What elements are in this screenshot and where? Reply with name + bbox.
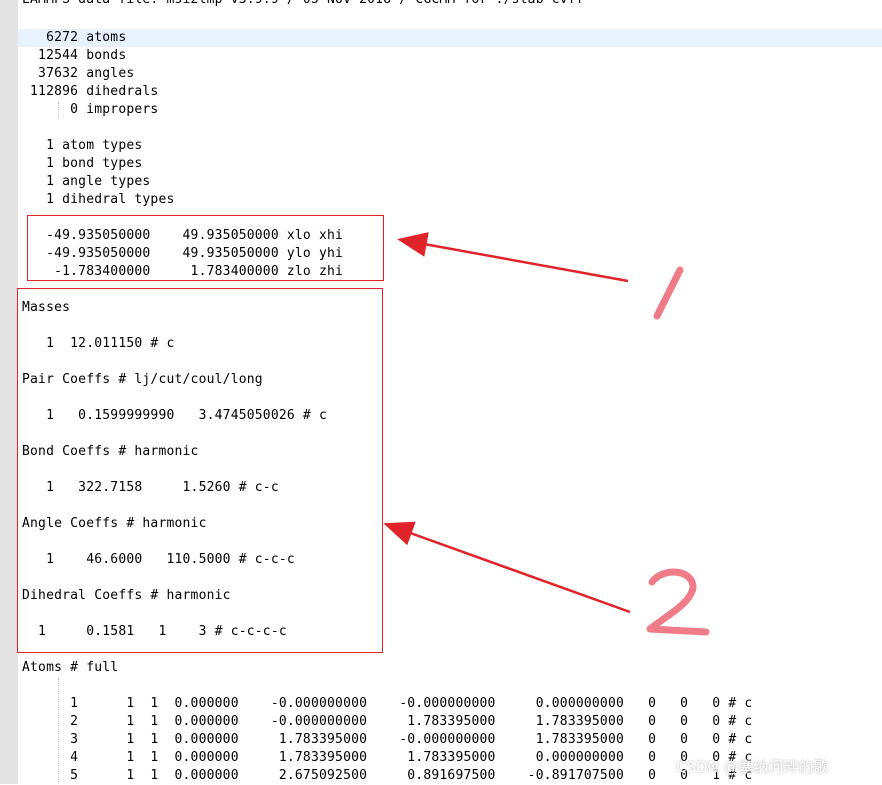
annotation-overlay bbox=[383, 232, 710, 636]
arrow-1 bbox=[397, 232, 629, 283]
arrow-2 bbox=[383, 521, 631, 614]
watermark: CSDN @塞纳河畔的歌 bbox=[676, 758, 829, 776]
handwritten-label-2 bbox=[646, 568, 710, 636]
handwritten-label-1 bbox=[653, 266, 684, 320]
